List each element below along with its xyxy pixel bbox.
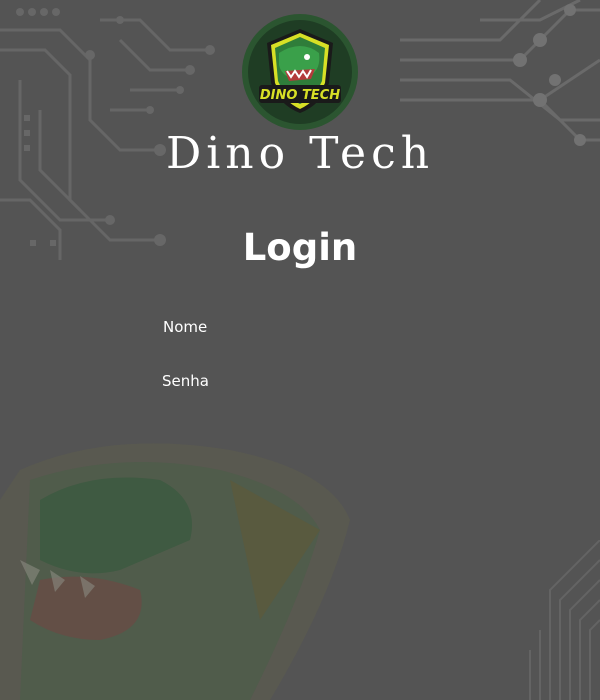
logo-text: DINO TECH [260, 88, 340, 103]
circuit-pattern-bottom-right [529, 540, 600, 700]
dino-tech-logo: DINO TECH [242, 14, 358, 130]
dinosaur-watermark [0, 443, 350, 700]
name-field-label: Nome [163, 318, 208, 336]
brand-name: Dino Tech [165, 128, 435, 179]
password-field-label: Senha [162, 372, 209, 390]
login-title: Login [242, 226, 358, 269]
